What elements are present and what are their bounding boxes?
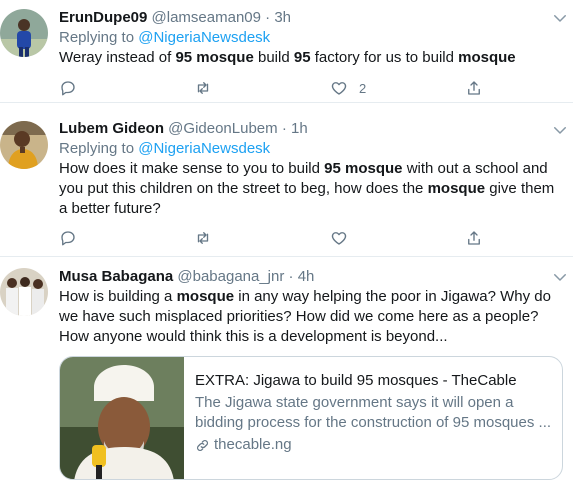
avatar-image [0, 9, 48, 57]
highlighted-term: mosque [458, 49, 516, 66]
tweet-header: Musa Babagana @babagana_jnr · 4h [59, 267, 563, 287]
highlighted-term: mosque [176, 288, 235, 305]
user-handle[interactable]: @babagana_jnr [177, 268, 284, 285]
retweet-button[interactable] [194, 78, 223, 98]
retweet-icon [197, 82, 209, 94]
card-description: The Jigawa state government says it will… [195, 394, 552, 431]
tweet-actions: 2 [59, 78, 489, 98]
card-thumbnail [60, 357, 184, 479]
tweet[interactable]: Musa Babagana @babagana_jnr · 4h How is … [0, 257, 573, 490]
retweet-button[interactable] [194, 228, 223, 248]
avatar[interactable] [0, 268, 48, 316]
timestamp[interactable]: 1h [291, 120, 308, 137]
text-segment: Weray instead of [59, 49, 176, 66]
card-title: EXTRA: Jigawa to build 95 mosques - TheC… [195, 372, 517, 389]
like-count: 2 [359, 80, 367, 96]
tweet-header: Lubem Gideon @GideonLubem · 1h [59, 119, 563, 139]
timestamp[interactable]: 4h [298, 268, 315, 285]
card-domain: thecable.ng [195, 435, 554, 455]
tweet[interactable]: Lubem Gideon @GideonLubem · 1h Replying … [0, 103, 573, 257]
display-name[interactable]: Lubem Gideon [59, 120, 164, 137]
separator-dot: · [281, 120, 287, 137]
retweet-icon [197, 232, 209, 244]
tweet-text: How is building a mosque in any way help… [59, 287, 563, 347]
display-name[interactable]: Musa Babagana [59, 268, 173, 285]
heart-icon [331, 82, 347, 95]
user-handle[interactable]: @GideonLubem [168, 120, 277, 137]
link-card[interactable]: EXTRA: Jigawa to build 95 mosques - TheC… [59, 356, 563, 480]
reply-icon [61, 81, 75, 96]
highlighted-term: 95 mosque [175, 49, 254, 66]
text-segment: How does it make sense to you to build [59, 160, 325, 177]
avatar[interactable] [0, 121, 48, 169]
tweet-text: Weray instead of 95 mosque build 95 fact… [59, 48, 563, 68]
timestamp[interactable]: 3h [274, 9, 291, 26]
heart-icon [331, 232, 347, 245]
reply-button[interactable] [59, 78, 88, 98]
share-button[interactable] [465, 228, 483, 248]
highlighted-term: 95 [293, 49, 311, 66]
replying-label: Replying to [59, 29, 139, 46]
tweet[interactable]: ErunDupe09 @lamseaman09 · 3h Replying to… [0, 0, 573, 103]
user-handle[interactable]: @lamseaman09 [152, 9, 261, 26]
text-segment: How is building a [59, 288, 177, 305]
replying-to: Replying to @NigeriaNewsdesk [59, 28, 563, 48]
separator-dot: · [288, 268, 294, 285]
reply-icon [61, 231, 75, 246]
chevron-down-icon[interactable] [551, 9, 569, 27]
link-icon [197, 439, 208, 451]
tweet-text: How does it make sense to you to build 9… [59, 159, 563, 219]
reply-button[interactable] [59, 228, 88, 248]
share-button[interactable] [465, 78, 483, 98]
tweet-actions [59, 228, 489, 248]
share-icon [468, 231, 480, 245]
avatar[interactable] [0, 9, 48, 57]
share-icon [468, 81, 480, 95]
tweet-header: ErunDupe09 @lamseaman09 · 3h [59, 8, 563, 28]
replying-mention[interactable]: @NigeriaNewsdesk [138, 140, 270, 157]
replying-label: Replying to [59, 140, 139, 157]
chevron-down-icon[interactable] [551, 268, 569, 286]
avatar-image [0, 268, 48, 316]
text-segment: build [253, 49, 294, 66]
highlighted-term: 95 mosque [324, 160, 403, 177]
display-name[interactable]: ErunDupe09 [59, 9, 147, 26]
replying-to: Replying to @NigeriaNewsdesk [59, 139, 563, 159]
like-button[interactable] [330, 228, 359, 248]
like-button[interactable]: 2 [330, 78, 366, 98]
replying-mention[interactable]: @NigeriaNewsdesk [138, 29, 270, 46]
separator-dot: · [265, 9, 271, 26]
highlighted-term: mosque [427, 180, 486, 197]
avatar-image [0, 121, 48, 169]
card-thumbnail-image [60, 357, 184, 479]
card-domain-text: thecable.ng [214, 436, 292, 453]
text-segment: factory for us to build [310, 49, 459, 66]
chevron-down-icon[interactable] [551, 121, 569, 139]
